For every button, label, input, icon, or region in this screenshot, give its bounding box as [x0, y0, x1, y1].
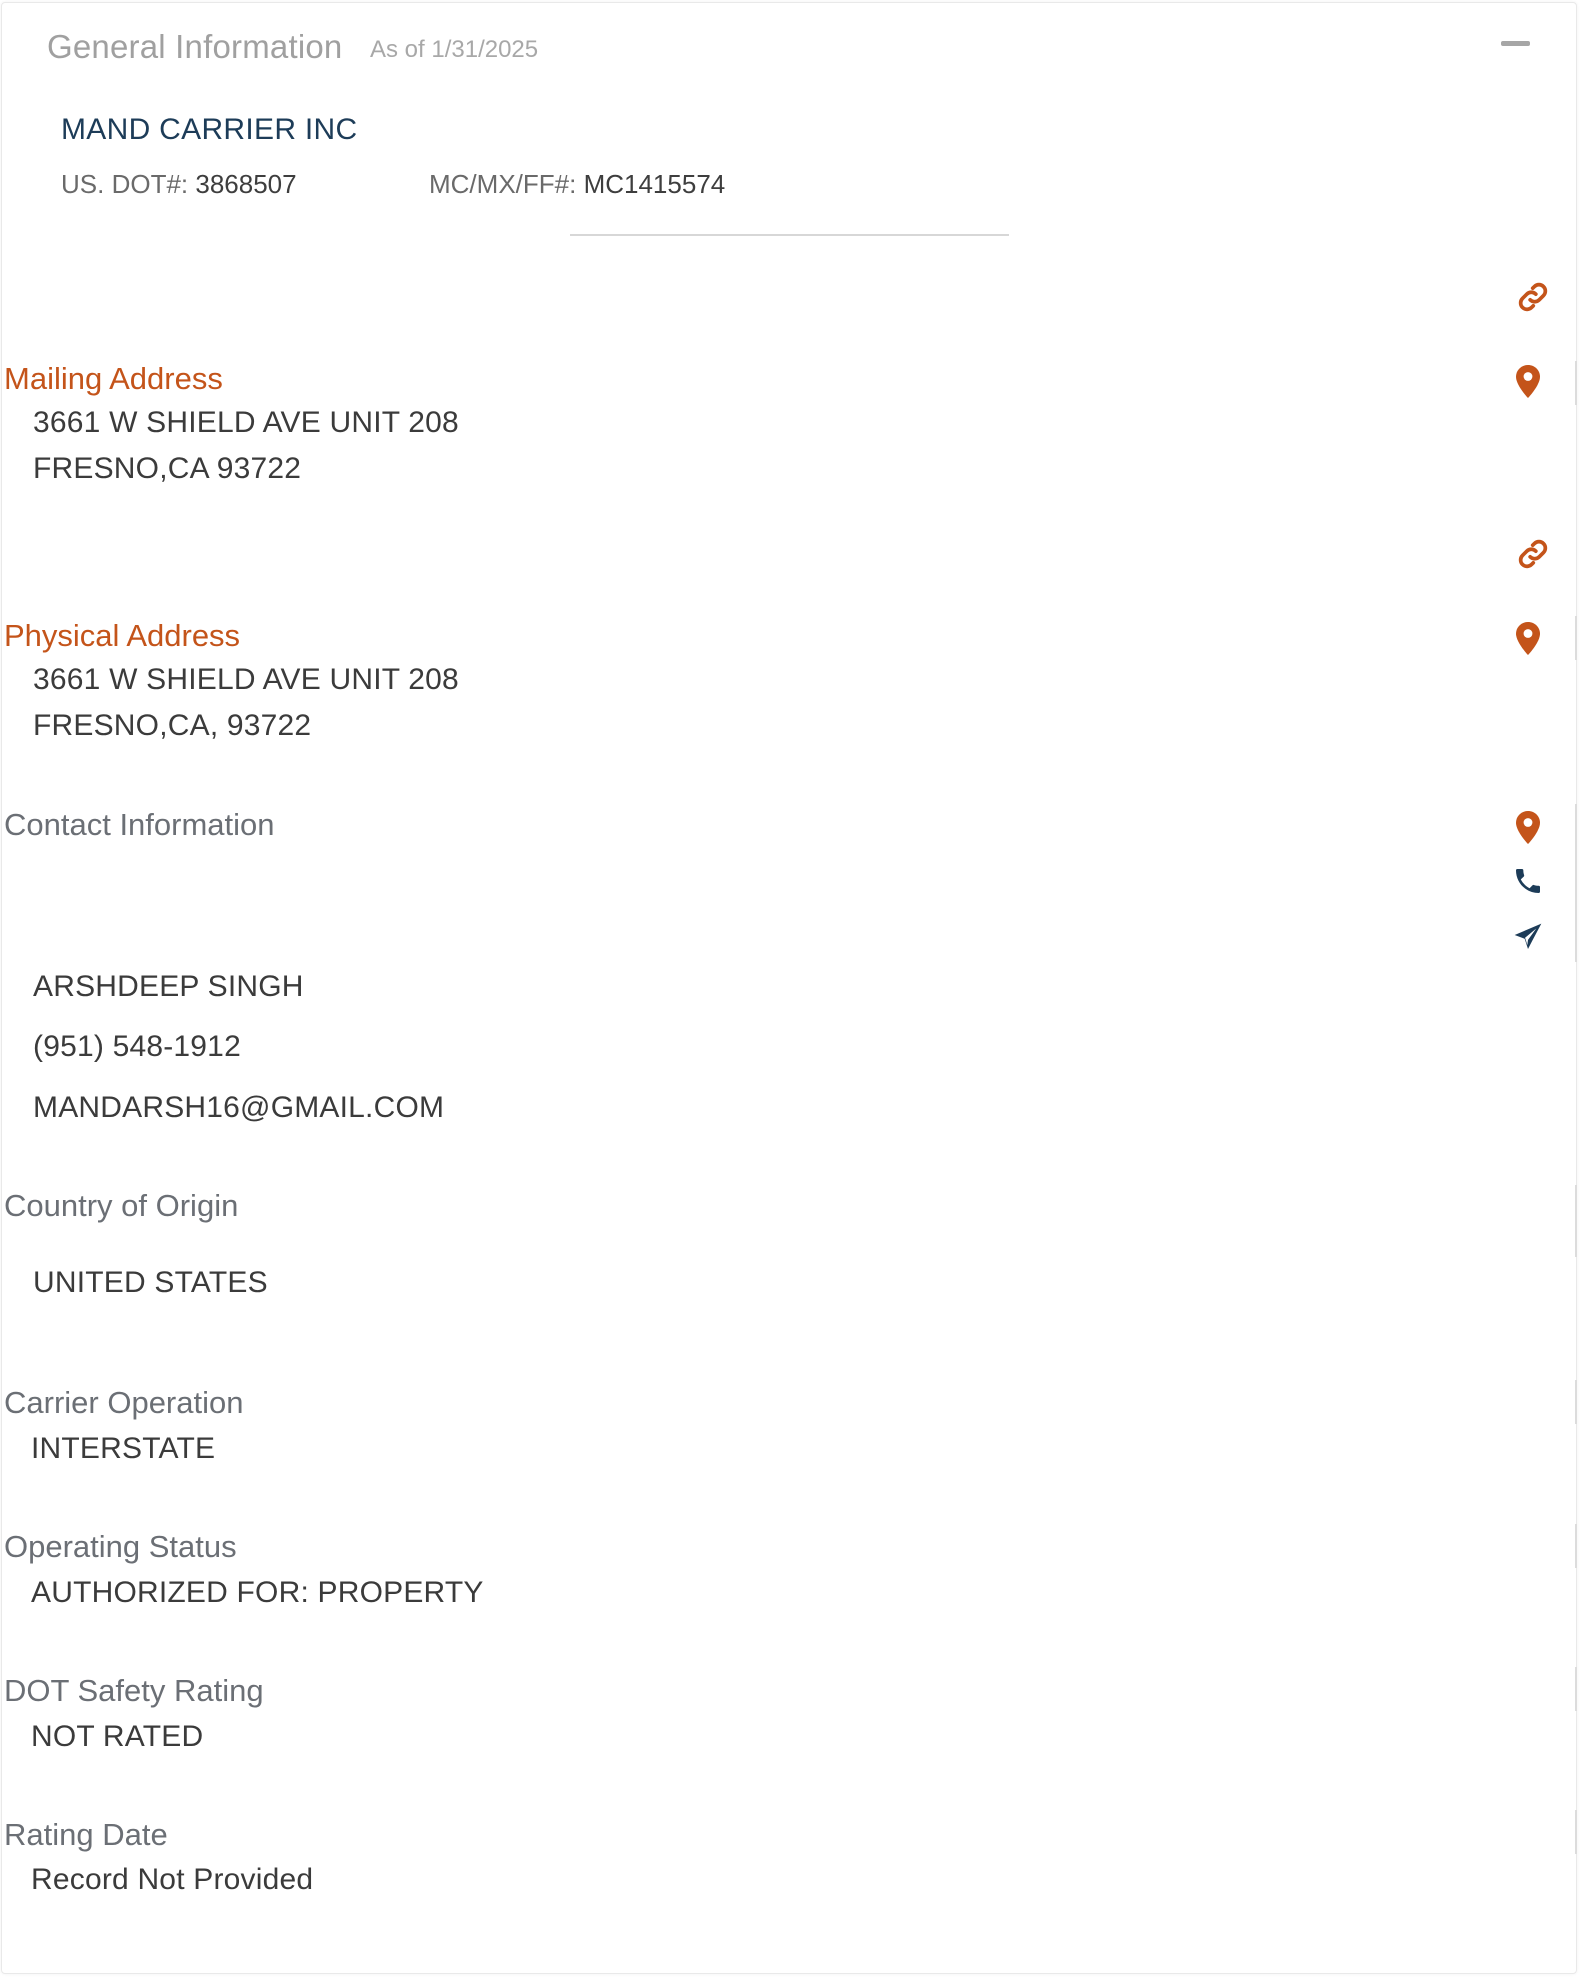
- link-icon[interactable]: [1513, 534, 1553, 574]
- map-pin-icon[interactable]: [1508, 361, 1548, 401]
- mailing-line1: 3661 W SHIELD AVE UNIT 208: [33, 406, 459, 439]
- dot-safety-rating-value: NOT RATED: [31, 1720, 204, 1753]
- scroll-marker: [1575, 1380, 1577, 1424]
- phone-icon[interactable]: [1508, 861, 1548, 901]
- physical-line2: FRESNO,CA, 93722: [33, 709, 312, 742]
- contact-email[interactable]: MANDARSH16@GMAIL.COM: [33, 1091, 444, 1125]
- scroll-marker: [1575, 1524, 1577, 1568]
- map-pin-icon[interactable]: [1508, 618, 1548, 658]
- country-of-origin-heading: Country of Origin: [4, 1188, 239, 1223]
- scroll-marker: [1575, 1185, 1577, 1257]
- mc-number: MC/MX/FF#: MC1415574: [429, 169, 725, 200]
- paper-plane-icon[interactable]: [1508, 917, 1548, 957]
- dot-safety-rating-heading: DOT Safety Rating: [4, 1673, 264, 1708]
- carrier-operation-value: INTERSTATE: [31, 1432, 216, 1465]
- dot-label: US. DOT#:: [61, 169, 189, 199]
- divider: [570, 234, 1009, 236]
- section-title: General Information: [47, 28, 343, 65]
- operating-status-heading: Operating Status: [4, 1529, 237, 1564]
- scroll-marker: [1575, 616, 1577, 660]
- contact-information-heading: Contact Information: [4, 807, 275, 842]
- dot-value: 3868507: [195, 169, 297, 199]
- scroll-marker: [1575, 361, 1577, 405]
- dot-number: US. DOT#: 3868507: [61, 169, 297, 200]
- carrier-operation-heading: Carrier Operation: [4, 1385, 244, 1420]
- map-pin-icon[interactable]: [1508, 807, 1548, 847]
- physical-line1: 3661 W SHIELD AVE UNIT 208: [33, 663, 459, 696]
- as-of-date: As of 1/31/2025: [370, 36, 539, 63]
- mailing-address-heading: Mailing Address: [4, 361, 223, 396]
- scroll-marker: [1575, 1667, 1577, 1711]
- physical-address-heading: Physical Address: [4, 618, 241, 653]
- rating-date-heading: Rating Date: [4, 1817, 168, 1852]
- mailing-line2: FRESNO,CA 93722: [33, 452, 302, 485]
- country-value: UNITED STATES: [33, 1266, 268, 1299]
- operating-status-value: AUTHORIZED FOR: PROPERTY: [31, 1576, 484, 1609]
- mc-label: MC/MX/FF#:: [429, 169, 577, 199]
- scroll-marker: [1575, 1810, 1577, 1854]
- company-name: MAND CARRIER INC: [61, 113, 358, 146]
- contact-name: ARSHDEEP SINGH: [33, 970, 304, 1003]
- scroll-marker: [1575, 804, 1577, 962]
- contact-phone[interactable]: (951) 548-1912: [33, 1030, 241, 1064]
- mc-value: MC1415574: [583, 169, 726, 199]
- rating-date-value: Record Not Provided: [31, 1863, 314, 1896]
- minus-icon[interactable]: [1495, 36, 1535, 52]
- link-icon[interactable]: [1513, 277, 1553, 317]
